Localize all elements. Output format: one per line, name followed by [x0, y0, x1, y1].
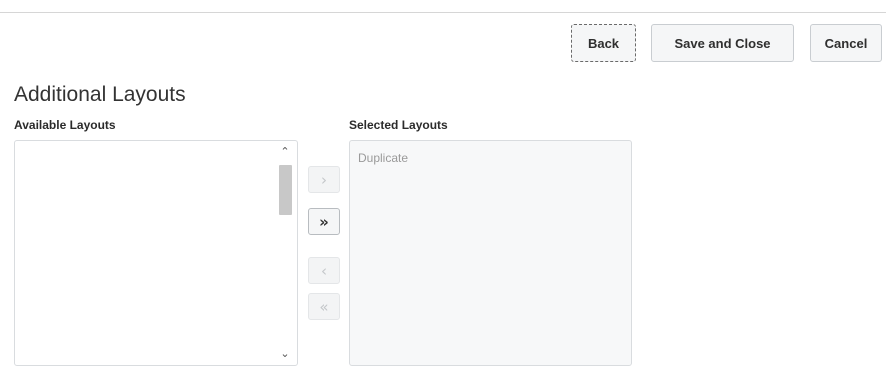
move-right-button[interactable]: ›	[308, 166, 340, 193]
section-title: Additional Layouts	[14, 83, 186, 106]
selected-layouts-listbox[interactable]: Duplicate	[349, 140, 632, 366]
available-layouts-label: Available Layouts	[14, 118, 116, 132]
page: Back Save and Close Cancel Additional La…	[0, 0, 886, 381]
top-divider	[0, 12, 886, 13]
scroll-up-icon[interactable]: ⌃	[276, 145, 294, 159]
available-layouts-listbox[interactable]: ⌃ ⌄	[14, 140, 298, 366]
save-and-close-button[interactable]: Save and Close	[651, 24, 794, 62]
back-button[interactable]: Back	[571, 24, 636, 62]
chevron-left-icon: ‹	[321, 261, 327, 280]
scrollbar-thumb[interactable]	[279, 165, 292, 215]
move-left-button[interactable]: ‹	[308, 257, 340, 284]
cancel-button[interactable]: Cancel	[810, 24, 882, 62]
move-all-left-button[interactable]: «	[308, 293, 340, 320]
list-item-duplicate[interactable]: Duplicate	[358, 151, 408, 165]
available-list-scrollbar[interactable]: ⌃ ⌄	[276, 145, 294, 361]
chevron-right-icon: ›	[321, 170, 327, 189]
double-chevron-left-icon: «	[319, 297, 329, 316]
scroll-down-icon[interactable]: ⌄	[276, 347, 294, 361]
double-chevron-right-icon: »	[319, 212, 329, 231]
selected-layouts-label: Selected Layouts	[349, 118, 448, 132]
move-all-right-button[interactable]: »	[308, 208, 340, 235]
